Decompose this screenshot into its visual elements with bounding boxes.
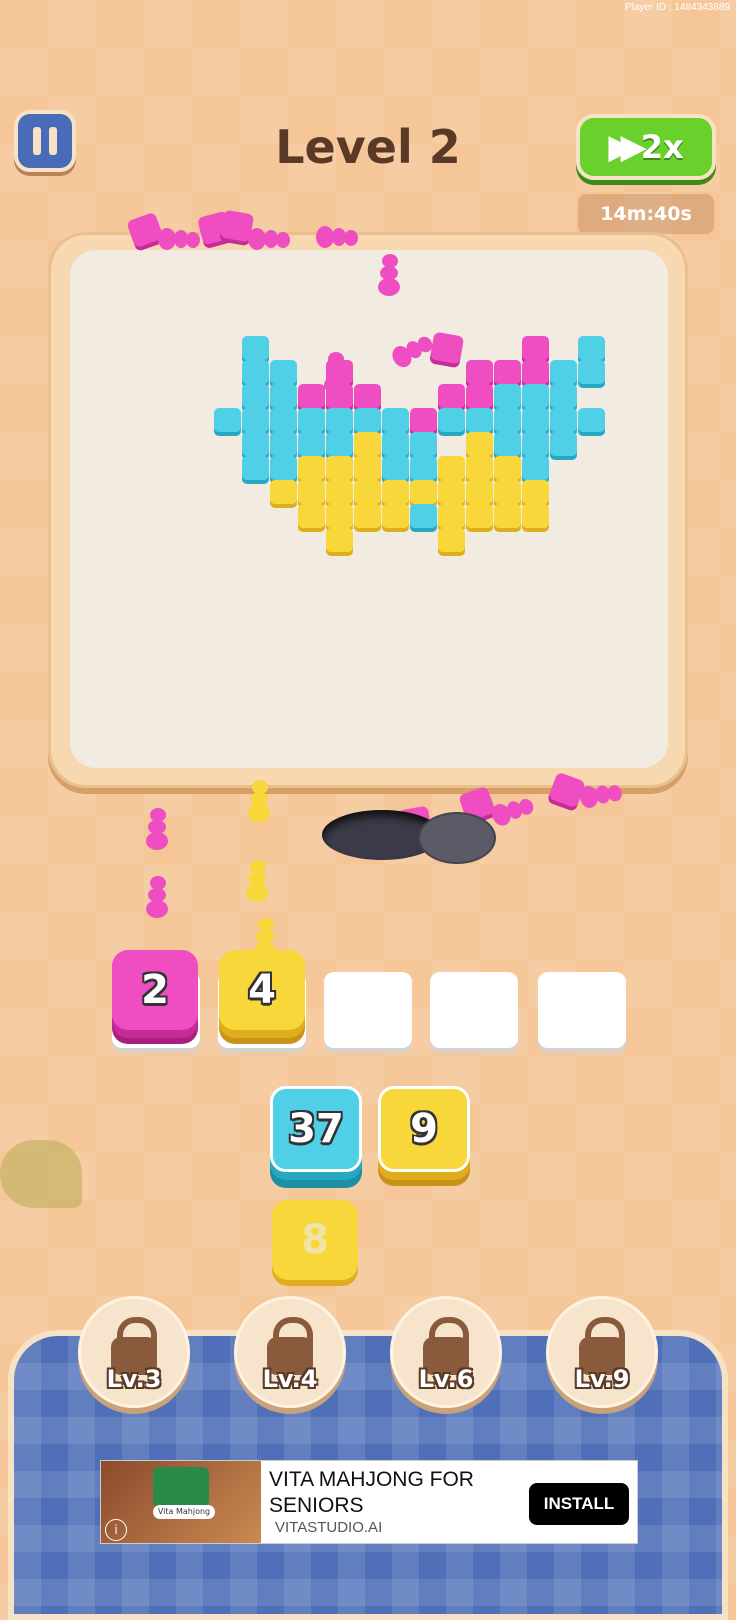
queue-tile-cyan[interactable]: 37 <box>270 1086 362 1172</box>
ant-body-segment <box>344 230 358 246</box>
ant-icon <box>374 254 406 298</box>
booster-label: Lv.9 <box>574 1365 630 1393</box>
slot-4 <box>430 972 518 1048</box>
ant-body-segment <box>158 228 176 250</box>
booster-label: Lv.3 <box>106 1365 162 1393</box>
ant-body-segment <box>264 230 278 248</box>
slot-tile-yellow[interactable]: 4 <box>219 950 305 1030</box>
ant-body-segment <box>186 232 200 248</box>
ant-body-segment <box>146 832 168 850</box>
booster-lv3[interactable]: Lv.3 <box>78 1296 190 1408</box>
carried-block <box>429 331 465 365</box>
ant-icon <box>576 776 625 815</box>
slot-5 <box>538 972 626 1048</box>
slot-tile-magenta[interactable]: 2 <box>112 950 198 1030</box>
ant-body-segment <box>332 228 346 246</box>
ad-domain: VITASTUDIO.AI <box>275 1519 383 1536</box>
ant-icon <box>142 876 174 920</box>
install-button[interactable]: INSTALL <box>529 1483 629 1525</box>
queue-tile-yellow[interactable]: 9 <box>378 1086 470 1172</box>
ant-body-segment <box>276 232 290 248</box>
ant-icon <box>314 222 358 254</box>
info-icon[interactable]: i <box>105 1519 127 1541</box>
ant-body-segment <box>324 376 346 394</box>
ant-body-segment <box>316 226 334 248</box>
booster-lv6[interactable]: Lv.6 <box>390 1296 502 1408</box>
ant-icon <box>486 789 538 834</box>
ad-title: VITA MAHJONG FOR SENIORS <box>269 1468 474 1517</box>
booster-label: Lv.6 <box>418 1365 474 1393</box>
ant-icon <box>156 224 200 256</box>
ad-app-name: Vita Mahjong <box>153 1505 215 1519</box>
ad-app-logo <box>153 1467 209 1507</box>
booster-lv4[interactable]: Lv.4 <box>234 1296 346 1408</box>
booster-label: Lv.4 <box>262 1365 318 1393</box>
ant-icon <box>142 808 174 852</box>
queue-tile-yellow-dimmed: 8 <box>272 1200 358 1280</box>
booster-lv9[interactable]: Lv.9 <box>546 1296 658 1408</box>
leaf-decoration <box>0 1140 82 1208</box>
ant-icon <box>242 860 274 904</box>
ant-body-segment <box>378 278 400 296</box>
ant-body-segment <box>248 804 270 822</box>
ant-icon <box>244 780 276 824</box>
ant-body-segment <box>174 230 188 248</box>
ant-icon <box>246 224 290 256</box>
hole-lid <box>418 812 496 864</box>
slot-3 <box>324 972 412 1048</box>
ant-body-segment <box>146 900 168 918</box>
ant-icon <box>320 352 352 396</box>
ad-banner[interactable]: Vita Mahjong i VITA MAHJONG FOR SENIORS … <box>100 1460 638 1544</box>
ant-body-segment <box>246 884 268 902</box>
ant-body-segment <box>248 228 266 250</box>
